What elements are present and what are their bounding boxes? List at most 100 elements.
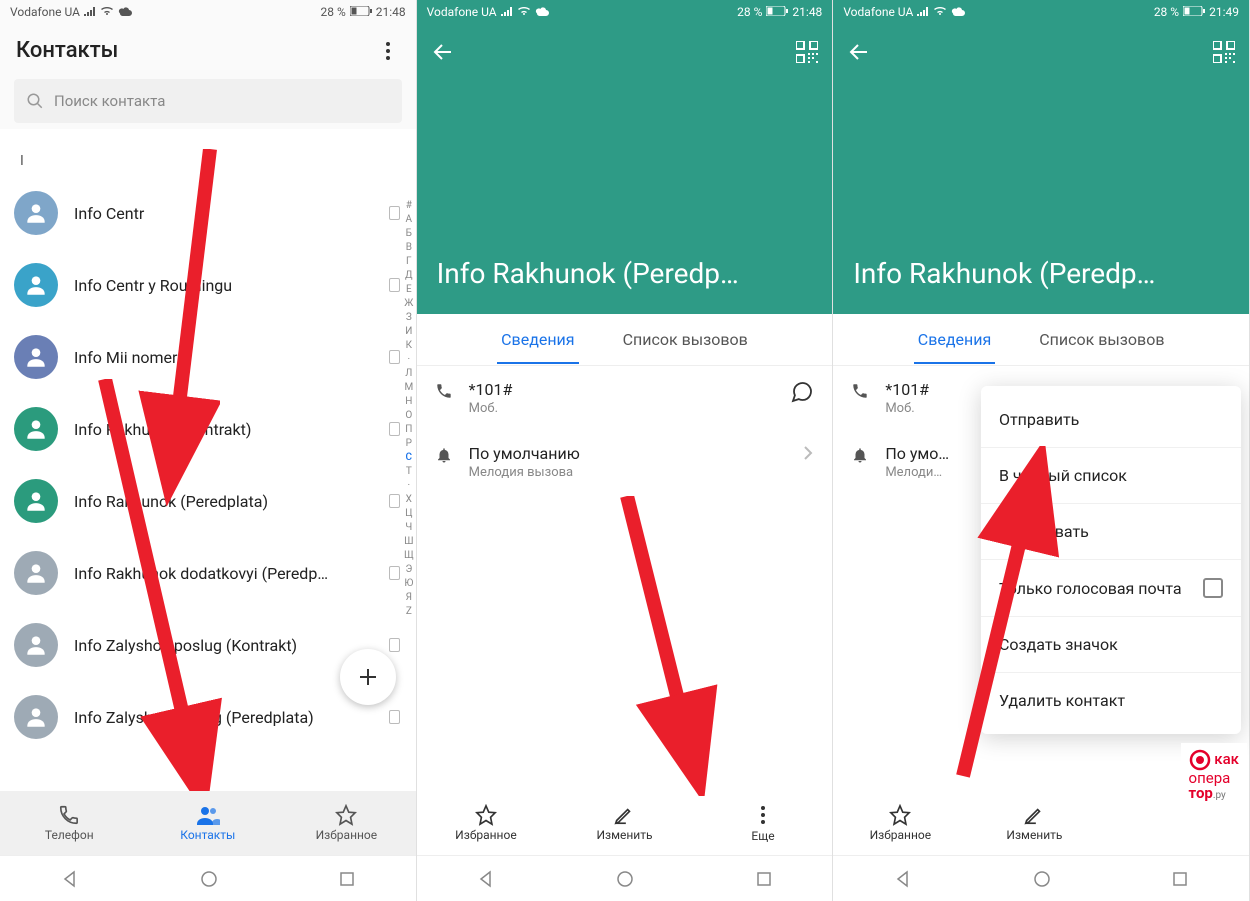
clock: 21:48: [376, 5, 406, 19]
alpha-letter[interactable]: Ж: [404, 297, 413, 310]
contact-row[interactable]: Info Centr y Roumingu: [0, 249, 416, 321]
phone-icon: [435, 380, 455, 404]
alpha-letter[interactable]: Щ: [404, 549, 414, 562]
contact-row[interactable]: Info Rakhunok (Peredplata): [0, 465, 416, 537]
tab-details[interactable]: Сведения: [914, 316, 995, 363]
checkbox[interactable]: [1203, 578, 1223, 598]
star-icon: [475, 804, 497, 826]
more-icon[interactable]: [376, 39, 400, 63]
alpha-letter[interactable]: O: [405, 409, 412, 422]
bottom-tab-contacts[interactable]: Контакты: [139, 791, 278, 855]
favorite-button[interactable]: Избранное: [417, 791, 556, 855]
qr-icon[interactable]: [1213, 41, 1235, 63]
contact-name: Info Mii nomer: [74, 348, 373, 367]
battery-pct: 28 %: [321, 5, 346, 19]
tab-call-log[interactable]: Список вызовов: [1035, 316, 1168, 363]
alpha-letter[interactable]: Э: [405, 563, 412, 576]
alpha-letter[interactable]: П: [405, 423, 412, 436]
pencil-icon: [613, 804, 635, 826]
alpha-letter[interactable]: С: [406, 451, 413, 464]
popup-copy[interactable]: Копировать: [981, 504, 1241, 560]
back-icon[interactable]: [431, 40, 455, 64]
more-icon: [751, 803, 775, 827]
contact-name: Info Rakhunok (Kontrakt): [74, 420, 373, 439]
alpha-letter[interactable]: И: [405, 325, 412, 338]
alpha-letter[interactable]: Л: [405, 367, 412, 380]
cloud-icon: [118, 5, 132, 19]
alpha-letter[interactable]: Z: [406, 605, 412, 618]
alpha-letter[interactable]: Д: [405, 269, 413, 282]
back-icon[interactable]: [847, 40, 871, 64]
chevron-right-icon: [802, 444, 814, 466]
favorite-button[interactable]: Избранное: [833, 791, 967, 855]
contacts-list[interactable]: I Info CentrInfo Centr y RouminguInfo Mi…: [0, 129, 416, 791]
recent-nav-icon[interactable]: [756, 871, 772, 887]
recent-nav-icon[interactable]: [1172, 871, 1188, 887]
alpha-letter[interactable]: Б: [406, 227, 412, 240]
android-nav-bar: [833, 855, 1249, 901]
tab-call-log[interactable]: Список вызовов: [619, 316, 752, 363]
alpha-letter[interactable]: #: [406, 199, 412, 212]
ringtone-label: Мелодия вызова: [469, 465, 789, 480]
alpha-letter[interactable]: A: [406, 213, 413, 226]
sim-icon: [389, 350, 400, 364]
popup-create-shortcut[interactable]: Создать значок: [981, 617, 1241, 673]
carrier-label: Vodafone UA: [843, 5, 913, 19]
add-contact-fab[interactable]: [340, 649, 396, 705]
recent-nav-icon[interactable]: [339, 871, 355, 887]
tab-details[interactable]: Сведения: [497, 316, 578, 363]
alpha-letter[interactable]: Ш: [404, 535, 413, 548]
alpha-letter[interactable]: Ч: [405, 521, 412, 534]
home-nav-icon[interactable]: [1033, 870, 1051, 888]
ringtone-row[interactable]: По умолчанию Мелодия вызова: [417, 430, 833, 494]
phone-row[interactable]: *101# Моб.: [417, 366, 833, 430]
alpha-letter[interactable]: Н: [405, 395, 412, 408]
alphabet-index[interactable]: #AБВГДEЖЗИК·ЛМНOПРСТ·ХЦЧШЩЭЮЯZ: [404, 199, 414, 618]
popup-blacklist[interactable]: В черный список: [981, 448, 1241, 504]
bottom-tab-star[interactable]: Избранное: [277, 791, 416, 855]
qr-icon[interactable]: [796, 41, 818, 63]
alpha-letter[interactable]: ·: [408, 353, 411, 366]
bottom-tab-phone[interactable]: Телефон: [0, 791, 139, 855]
back-nav-icon[interactable]: [477, 870, 495, 888]
page-title: Контакты: [16, 38, 118, 63]
edit-button[interactable]: Изменить: [555, 791, 694, 855]
alpha-letter[interactable]: ·: [408, 479, 411, 492]
avatar: [14, 407, 58, 451]
home-nav-icon[interactable]: [616, 870, 634, 888]
back-nav-icon[interactable]: [61, 870, 79, 888]
alpha-letter[interactable]: Т: [406, 465, 412, 478]
alpha-letter[interactable]: Ц: [405, 507, 412, 520]
contact-row[interactable]: Info Rakhunok (Kontrakt): [0, 393, 416, 465]
contact-row[interactable]: Info Rakhunok dodatkovyi (Peredp…: [0, 537, 416, 609]
alpha-letter[interactable]: Х: [406, 493, 412, 506]
more-button[interactable]: Еще: [694, 791, 833, 855]
edit-button[interactable]: Изменить: [967, 791, 1101, 855]
back-nav-icon[interactable]: [894, 870, 912, 888]
battery-pct: 28 %: [737, 5, 762, 19]
status-bar: Vodafone UA 28 % 21:48: [0, 0, 416, 24]
contact-row[interactable]: Info Centr: [0, 177, 416, 249]
alpha-letter[interactable]: Г: [406, 255, 412, 268]
detail-tabs: Сведения Список вызовов: [833, 314, 1249, 366]
watermark-logo: как опера тор.ру: [1181, 743, 1247, 807]
alpha-letter[interactable]: М: [404, 381, 413, 394]
popup-delete-contact[interactable]: Удалить контакт: [981, 673, 1241, 728]
alpha-letter[interactable]: З: [406, 311, 412, 324]
home-nav-icon[interactable]: [200, 870, 218, 888]
alpha-letter[interactable]: Р: [406, 437, 412, 450]
contact-row[interactable]: Info Mii nomer: [0, 321, 416, 393]
alpha-letter[interactable]: К: [406, 339, 412, 352]
message-icon[interactable]: [790, 380, 814, 408]
alpha-letter[interactable]: E: [406, 283, 412, 296]
popup-send[interactable]: Отправить: [981, 392, 1241, 448]
annotation-arrow: [607, 496, 727, 796]
search-input[interactable]: Поиск контакта: [14, 79, 402, 123]
bottom-tab-bar: ТелефонКонтактыИзбранное: [0, 791, 416, 855]
detail-tabs: Сведения Список вызовов: [417, 314, 833, 366]
clock: 21:48: [792, 5, 822, 19]
alpha-letter[interactable]: В: [406, 241, 412, 254]
alpha-letter[interactable]: Ю: [404, 577, 413, 590]
alpha-letter[interactable]: Я: [406, 591, 412, 604]
popup-voicemail-only[interactable]: Только голосовая почта: [981, 560, 1241, 617]
